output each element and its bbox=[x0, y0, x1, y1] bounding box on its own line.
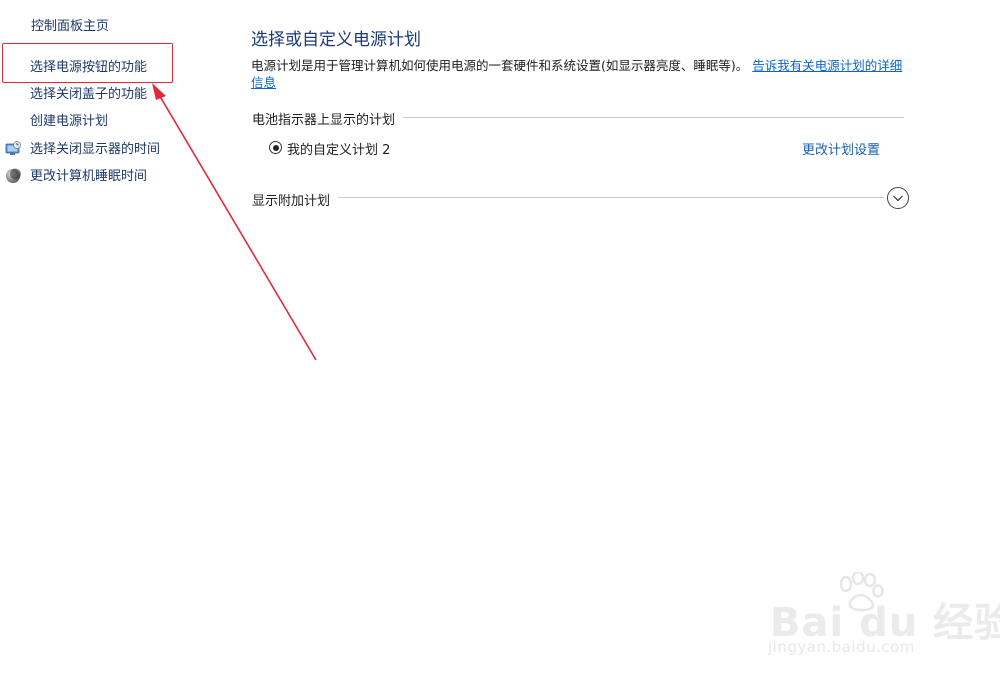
power-options-page: 控制面板主页 选择电源按钮的功能 选择关闭盖子的功能 创建电源计划 选择关闭显示… bbox=[0, 0, 1000, 682]
baidu-watermark: Bai du 经验 jingyan.baidu.com bbox=[760, 570, 1000, 665]
watermark-url: jingyan.baidu.com bbox=[768, 638, 915, 656]
